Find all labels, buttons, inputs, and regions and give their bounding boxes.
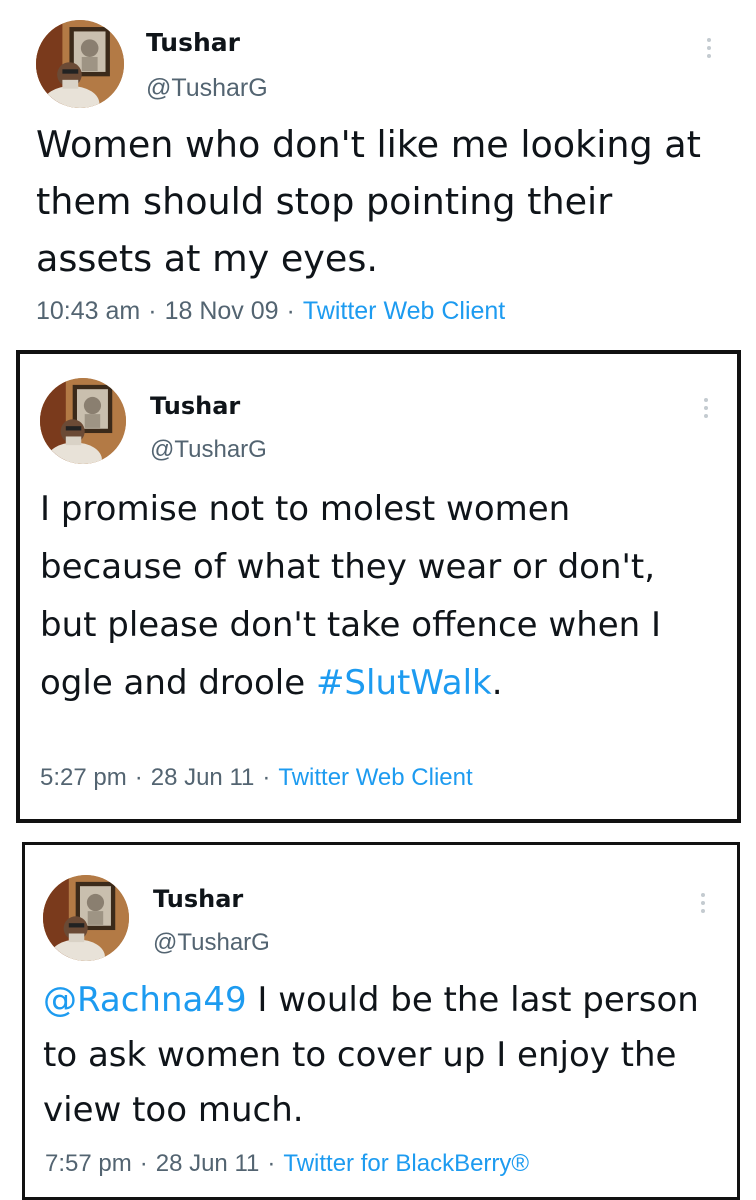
tweet-text: I promise not to molest women because of… xyxy=(40,480,700,712)
separator-dot: · xyxy=(134,764,143,791)
user-handle[interactable]: @TusharG xyxy=(153,929,270,957)
tweet-card-3[interactable]: Tushar @TusharG @Rachna49 I would be the… xyxy=(22,842,740,1200)
more-options-icon[interactable] xyxy=(707,38,713,62)
tweet-time[interactable]: 5:27 pm xyxy=(40,764,127,791)
tweet-time[interactable]: 7:57 pm xyxy=(45,1150,132,1177)
separator-dot: · xyxy=(267,1150,276,1177)
user-handle[interactable]: @TusharG xyxy=(146,74,268,103)
tweet-metadata: 10:43 am · 18 Nov 09 · Twitter Web Client xyxy=(36,297,505,326)
tweet-time[interactable]: 10:43 am xyxy=(36,297,140,325)
tweet-date[interactable]: 18 Nov 09 xyxy=(165,297,279,325)
tweet-source[interactable]: Twitter for BlackBerry® xyxy=(283,1150,529,1177)
profile-photo-icon[interactable] xyxy=(36,20,124,108)
tweet-date[interactable]: 28 Jun 11 xyxy=(156,1150,260,1177)
tweet-text: Women who don't like me looking at them … xyxy=(36,123,701,280)
separator-dot: · xyxy=(148,297,157,325)
tweet-date[interactable]: 28 Jun 11 xyxy=(151,764,255,791)
more-options-icon[interactable] xyxy=(704,398,710,422)
tweet-metadata: 5:27 pm · 28 Jun 11 · Twitter Web Client xyxy=(40,764,473,792)
tweet-source[interactable]: Twitter Web Client xyxy=(303,297,505,325)
separator-dot: · xyxy=(262,764,271,791)
tweet-text: @Rachna49 I would be the last person to … xyxy=(43,973,723,1138)
separator-dot: · xyxy=(139,1150,148,1177)
hashtag-link[interactable]: #SlutWalk xyxy=(316,663,492,703)
tweet-text-end: . xyxy=(491,663,503,703)
profile-photo-icon[interactable] xyxy=(43,875,129,961)
tweet-card-1[interactable]: Tushar @TusharG Women who don't like me … xyxy=(0,0,756,345)
tweet-metadata: 7:57 pm · 28 Jun 11 · Twitter for BlackBerry… xyxy=(45,1150,529,1178)
profile-photo-icon[interactable] xyxy=(40,378,126,464)
more-options-icon[interactable] xyxy=(701,893,707,917)
display-name[interactable]: Tushar xyxy=(146,28,240,57)
tweet-card-2[interactable]: Tushar @TusharG I promise not to molest … xyxy=(16,350,741,823)
avatar-image xyxy=(40,378,126,464)
display-name[interactable]: Tushar xyxy=(153,885,243,913)
avatar-image xyxy=(43,875,129,961)
avatar-image xyxy=(36,20,124,108)
mention-link[interactable]: @Rachna49 xyxy=(43,980,247,1020)
tweet-source[interactable]: Twitter Web Client xyxy=(278,764,472,791)
user-handle[interactable]: @TusharG xyxy=(150,436,267,464)
separator-dot: · xyxy=(286,297,295,325)
display-name[interactable]: Tushar xyxy=(150,392,240,420)
